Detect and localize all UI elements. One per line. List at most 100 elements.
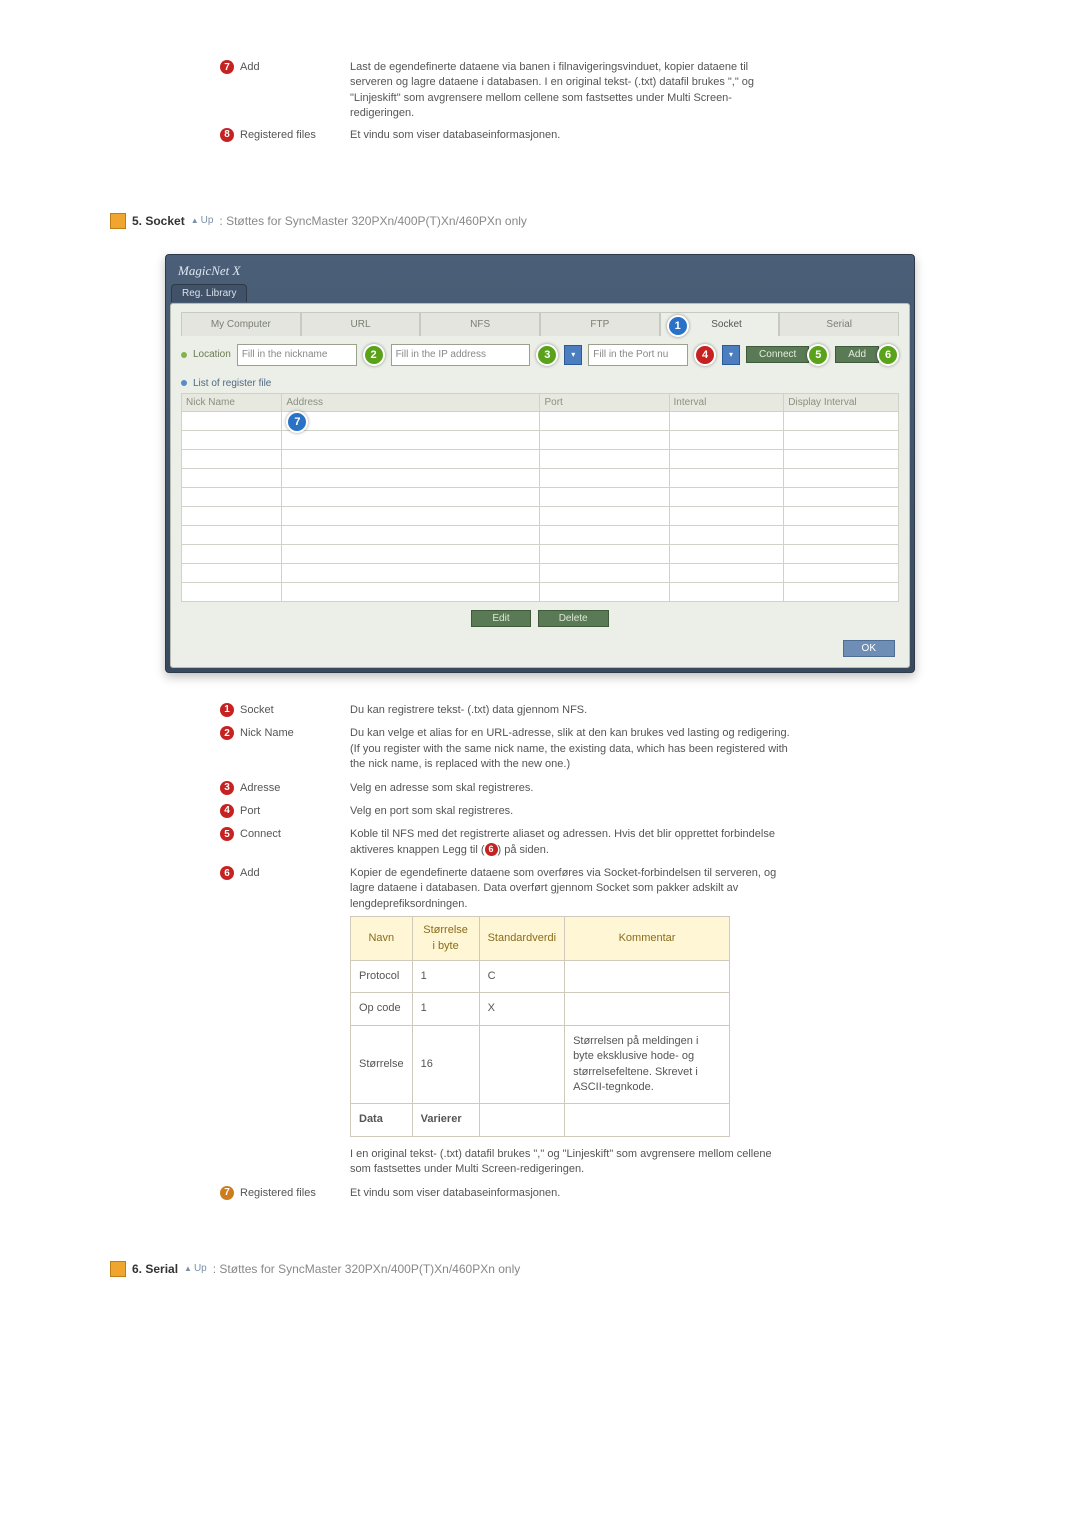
pkt-cell: Data [351, 1104, 413, 1136]
delete-button[interactable]: Delete [538, 610, 609, 627]
ok-button[interactable]: OK [843, 640, 895, 657]
up-link[interactable]: Up [184, 1263, 207, 1274]
pkt-cell [479, 1025, 565, 1104]
ip-dropdown[interactable]: ▾ [564, 345, 582, 365]
tab-nfs[interactable]: NFS [420, 312, 540, 336]
section-icon [110, 1261, 126, 1277]
col-interval: Interval [669, 393, 784, 411]
badge-4: 4 [220, 804, 234, 818]
def-desc: Velg en port som skal registreres. [350, 804, 970, 819]
source-tabs: My Computer URL NFS FTP 1 Socket Serial [181, 312, 899, 336]
def-connect: 5 Connect Koble til NFS med det registrer… [110, 827, 970, 858]
section-6-heading: 6. Serial Up : Støttes for SyncMaster 32… [110, 1261, 970, 1277]
badge-5: 5 [220, 827, 234, 841]
top-item-desc: Last de egendefinerte dataene via banen … [350, 60, 970, 122]
pkt-cell: C [479, 961, 565, 993]
def-label: Nick Name [240, 727, 294, 739]
app-titlebar: MagicNet X [170, 259, 910, 279]
def-port: 4 Port Velg en port som skal registreres. [110, 804, 970, 819]
def-desc: Koble til NFS med det registrerte aliase… [350, 827, 970, 858]
top-item-add: 7 Add Last de egendefinerte dataene via … [110, 60, 970, 122]
pkt-cell [565, 993, 730, 1025]
badge-7b: 7 [220, 1186, 234, 1200]
badge-7: 7 [220, 60, 234, 74]
pkt-cell [565, 1104, 730, 1136]
tab-ftp[interactable]: FTP [540, 312, 660, 336]
def-desc: Du kan velge et alias for en URL-adresse… [350, 726, 970, 772]
reg-library-tab[interactable]: Reg. Library [171, 284, 247, 302]
callout-4: 4 [694, 344, 716, 366]
tab-socket-label: Socket [711, 319, 742, 330]
section-icon [110, 213, 126, 229]
tab-serial[interactable]: Serial [779, 312, 899, 336]
tab-my-computer[interactable]: My Computer [181, 312, 301, 336]
col-address: Address [282, 393, 540, 411]
def-label: Add [240, 867, 260, 879]
pkt-cell: 1 [412, 961, 479, 993]
up-link[interactable]: Up [191, 215, 214, 226]
location-label: Location [193, 349, 231, 360]
section-note: : Støttes for SyncMaster 320PXn/400P(T)X… [213, 1262, 520, 1276]
register-table: Nick Name Address Port Interval Display … [181, 393, 899, 602]
badge-2: 2 [220, 726, 234, 740]
def-label: Port [240, 805, 260, 817]
pkt-cell [479, 1104, 565, 1136]
def-desc: Du kan registrere tekst- (.txt) data gje… [350, 703, 970, 718]
list-header: List of register file [181, 378, 899, 389]
def-desc-part1: Koble til NFS med det registrerte aliase… [350, 828, 775, 855]
top-item-registered: 8 Registered files Et vindu som viser da… [110, 128, 970, 143]
location-row: Location Fill in the nickname 2 Fill in … [181, 344, 899, 366]
table-buttons: Edit Delete [181, 610, 899, 627]
callout-3: 3 [536, 344, 558, 366]
pkt-cell: Protocol [351, 961, 413, 993]
nickname-input[interactable]: Fill in the nickname [237, 344, 357, 366]
packet-table: Navn Størrelse i byte Standardverdi Komm… [350, 916, 730, 1137]
edit-button[interactable]: Edit [471, 610, 530, 627]
badge-8: 8 [220, 128, 234, 142]
section-title: 6. Serial [132, 1262, 178, 1276]
def-label: Socket [240, 704, 274, 716]
pkt-cell: Størrelse [351, 1025, 413, 1104]
pkt-cell: Størrelsen på meldingen i byte eksklusiv… [565, 1025, 730, 1104]
port-dropdown[interactable]: ▾ [722, 345, 740, 365]
section-note: : Støttes for SyncMaster 320PXn/400P(T)X… [219, 214, 526, 228]
definitions: 1 Socket Du kan registrere tekst- (.txt) … [110, 703, 970, 1201]
badge-6: 6 [220, 866, 234, 880]
def-desc: Velg en adresse som skal registreres. [350, 781, 970, 796]
add-button[interactable]: Add [835, 346, 879, 363]
top-item-label: Add [240, 61, 260, 73]
bullet-icon [181, 380, 187, 386]
pkt-cell: 1 [412, 993, 479, 1025]
def-adresse: 3Adresse Velg en adresse som skal regist… [110, 781, 970, 796]
inline-badge-6: 6 [485, 843, 498, 856]
port-input[interactable]: Fill in the Port nu [588, 344, 688, 366]
def-socket: 1 Socket Du kan registrere tekst- (.txt) … [110, 703, 970, 718]
pkt-cell: 16 [412, 1025, 479, 1104]
col-nickname: Nick Name [182, 393, 282, 411]
col-port: Port [540, 393, 669, 411]
app-window: MagicNet X Reg. Library My Computer URL … [165, 254, 915, 673]
badge-1: 1 [220, 703, 234, 717]
section-title: 5. Socket [132, 214, 185, 228]
after-table-text: I en original tekst- (.txt) datafil bruk… [350, 1147, 790, 1178]
top-item-label: Registered files [240, 129, 316, 141]
section-5-heading: 5. Socket Up : Støttes for SyncMaster 32… [110, 213, 970, 229]
def-add: 6 Add Kopier de egendefinerte dataene som… [110, 866, 970, 1177]
tab-socket[interactable]: 1 Socket [660, 312, 780, 336]
top-item-desc: Et vindu som viser databaseinformasjonen… [350, 128, 970, 143]
top-items: 7 Add Last de egendefinerte dataene via … [110, 60, 970, 143]
callout-1: 1 [667, 315, 689, 337]
def-label: Connect [240, 828, 281, 840]
col-display-interval: Display Interval [784, 393, 899, 411]
def-label: Registered files [240, 1187, 316, 1199]
pkt-h-size: Størrelse i byte [412, 917, 479, 961]
callout-6: 6 [877, 344, 899, 366]
def-desc: Et vindu som viser databaseinformasjonen… [350, 1186, 970, 1201]
pkt-cell: Op code [351, 993, 413, 1025]
tab-url[interactable]: URL [301, 312, 421, 336]
ip-input[interactable]: Fill in the IP address [391, 344, 531, 366]
connect-button[interactable]: Connect [746, 346, 809, 363]
def-desc-text: Kopier de egendefinerte dataene som over… [350, 867, 776, 910]
callout-2: 2 [363, 344, 385, 366]
pkt-h-comment: Kommentar [565, 917, 730, 961]
